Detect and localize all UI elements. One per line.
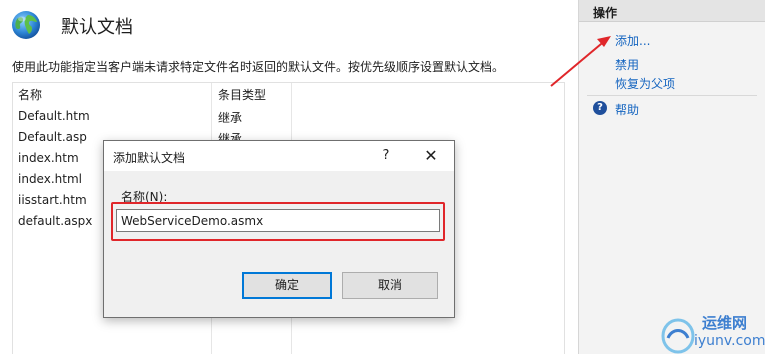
- name-field-label: 名称(N):: [121, 190, 168, 204]
- actions-divider: [587, 95, 757, 96]
- disable-action-link[interactable]: 禁用: [615, 56, 639, 73]
- globe-icon: [12, 11, 40, 39]
- page-description: 使用此功能指定当客户端未请求特定文件名时返回的默认文件。按优先级顺序设置默认文档…: [12, 60, 505, 74]
- list-item-name: Default.htm: [18, 109, 90, 123]
- list-item-type: 继承: [218, 111, 243, 125]
- actions-header: 操作: [579, 0, 765, 22]
- add-action-link[interactable]: 添加...: [615, 32, 650, 49]
- dialog-help-button[interactable]: ?: [374, 146, 398, 166]
- ok-button[interactable]: 确定: [242, 272, 332, 299]
- add-default-document-dialog: 添加默认文档 ? ✕ 名称(N): 确定 取消: [103, 140, 455, 318]
- list-item[interactable]: Default.htm 继承: [13, 107, 291, 128]
- actions-pane: 操作 添加... 禁用 恢复为父项 ? 帮助: [578, 0, 765, 354]
- watermark-line2: iyunv.com: [694, 333, 765, 349]
- actions-title: 操作: [593, 6, 618, 20]
- question-circle-icon[interactable]: ?: [593, 101, 607, 115]
- dialog-title: 添加默认文档: [113, 151, 186, 165]
- list-item-name: index.html: [18, 172, 82, 186]
- revert-to-parent-link[interactable]: 恢复为父项: [615, 75, 675, 92]
- page-title: 默认文档: [61, 17, 133, 38]
- list-item-name: index.htm: [18, 151, 79, 165]
- dialog-close-button[interactable]: ✕: [419, 146, 443, 166]
- dialog-titlebar[interactable]: 添加默认文档 ? ✕: [104, 141, 454, 171]
- watermark: 运维网 iyunv.com: [654, 306, 765, 354]
- name-input[interactable]: [116, 209, 440, 232]
- list-item-name: Default.asp: [18, 130, 87, 144]
- cancel-button[interactable]: 取消: [342, 272, 438, 299]
- column-header-name[interactable]: 名称: [18, 86, 42, 103]
- list-item-name: iisstart.htm: [18, 193, 87, 207]
- list-item-name: default.aspx: [18, 214, 93, 228]
- watermark-logo-icon: [661, 318, 695, 354]
- watermark-line1: 运维网: [702, 314, 748, 332]
- column-header-type[interactable]: 条目类型: [218, 86, 266, 103]
- help-action-link[interactable]: 帮助: [615, 101, 639, 118]
